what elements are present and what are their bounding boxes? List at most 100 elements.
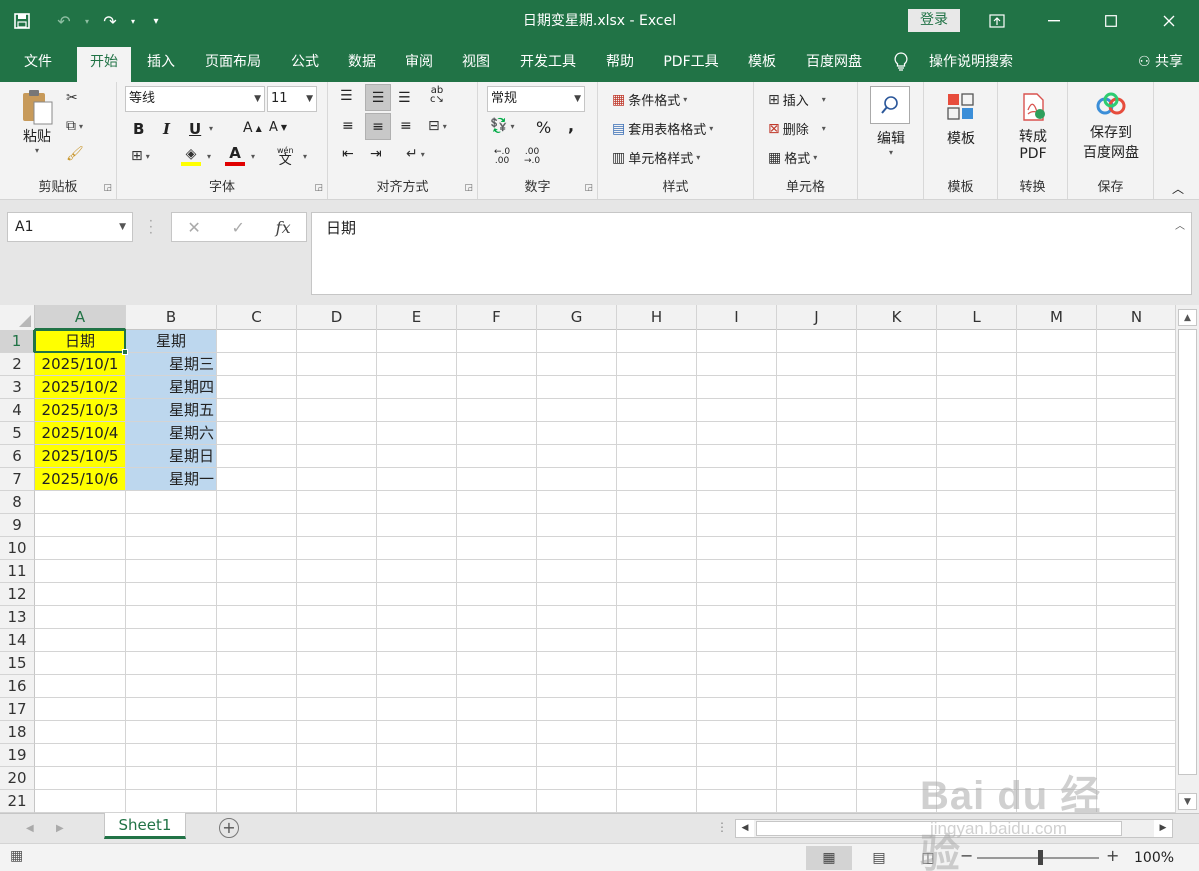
- insert-function-icon[interactable]: fx: [276, 218, 291, 237]
- cell-b10[interactable]: [126, 537, 217, 560]
- horizontal-scrollbar[interactable]: ◀ ▶: [735, 819, 1173, 838]
- cell-f8[interactable]: [457, 491, 537, 514]
- cell-e20[interactable]: [377, 767, 457, 790]
- sheet-tab-sheet1[interactable]: Sheet1: [104, 813, 186, 839]
- cell-l19[interactable]: [937, 744, 1017, 767]
- cell-g4[interactable]: [537, 399, 617, 422]
- cell-n1[interactable]: [1097, 330, 1175, 353]
- column-header-a[interactable]: A: [35, 305, 126, 330]
- cell-m18[interactable]: [1017, 721, 1097, 744]
- cell-g9[interactable]: [537, 514, 617, 537]
- tell-me-search[interactable]: 操作说明搜索: [893, 47, 1013, 77]
- row-header-8[interactable]: 8: [0, 491, 35, 514]
- page-break-view-icon[interactable]: ◫: [905, 846, 951, 870]
- cancel-entry-icon[interactable]: ✕: [187, 218, 200, 237]
- cell-c9[interactable]: [217, 514, 297, 537]
- cell-i20[interactable]: [697, 767, 777, 790]
- cell-b1[interactable]: 星期: [126, 330, 217, 353]
- wrap-dropdown-icon[interactable]: ▾: [421, 150, 425, 159]
- cell-k16[interactable]: [857, 675, 937, 698]
- cell-b12[interactable]: [126, 583, 217, 606]
- decrease-font-icon[interactable]: A ▼: [269, 120, 287, 135]
- cell-f11[interactable]: [457, 560, 537, 583]
- cell-i10[interactable]: [697, 537, 777, 560]
- cell-f19[interactable]: [457, 744, 537, 767]
- cell-l8[interactable]: [937, 491, 1017, 514]
- clipboard-launcher-icon[interactable]: ◲: [103, 183, 112, 193]
- cell-e15[interactable]: [377, 652, 457, 675]
- row-header-13[interactable]: 13: [0, 606, 35, 629]
- cell-a12[interactable]: [35, 583, 126, 606]
- cell-b17[interactable]: [126, 698, 217, 721]
- column-header-m[interactable]: M: [1017, 305, 1097, 330]
- cell-g6[interactable]: [537, 445, 617, 468]
- cell-i11[interactable]: [697, 560, 777, 583]
- cell-m1[interactable]: [1017, 330, 1097, 353]
- cell-g2[interactable]: [537, 353, 617, 376]
- paste-button[interactable]: 粘贴 ▾: [12, 88, 62, 155]
- copy-button[interactable]: ⧉ ▾: [66, 118, 83, 134]
- tab-baidu-netdisk[interactable]: 百度网盘: [796, 47, 872, 82]
- cell-h18[interactable]: [617, 721, 697, 744]
- cell-d4[interactable]: [297, 399, 377, 422]
- row-header-20[interactable]: 20: [0, 767, 35, 790]
- cell-f12[interactable]: [457, 583, 537, 606]
- cell-d17[interactable]: [297, 698, 377, 721]
- cell-k11[interactable]: [857, 560, 937, 583]
- row-header-21[interactable]: 21: [0, 790, 35, 813]
- cell-c2[interactable]: [217, 353, 297, 376]
- insert-cells-button[interactable]: ⊞ 插入 ▾: [768, 90, 826, 110]
- cell-m7[interactable]: [1017, 468, 1097, 491]
- cell-l13[interactable]: [937, 606, 1017, 629]
- cell-i21[interactable]: [697, 790, 777, 813]
- cell-j8[interactable]: [777, 491, 857, 514]
- cell-c12[interactable]: [217, 583, 297, 606]
- cut-button[interactable]: ✂: [66, 90, 78, 106]
- cell-h10[interactable]: [617, 537, 697, 560]
- cell-j14[interactable]: [777, 629, 857, 652]
- cell-m14[interactable]: [1017, 629, 1097, 652]
- cell-m10[interactable]: [1017, 537, 1097, 560]
- row-header-9[interactable]: 9: [0, 514, 35, 537]
- accounting-format-button[interactable]: 💱 ▾: [490, 118, 514, 134]
- zoom-level[interactable]: 100%: [1134, 844, 1174, 871]
- cell-a19[interactable]: [35, 744, 126, 767]
- cell-l2[interactable]: [937, 353, 1017, 376]
- cell-c15[interactable]: [217, 652, 297, 675]
- column-header-h[interactable]: H: [617, 305, 697, 330]
- cell-i4[interactable]: [697, 399, 777, 422]
- cell-n3[interactable]: [1097, 376, 1175, 399]
- cell-h4[interactable]: [617, 399, 697, 422]
- wrap-text-button[interactable]: ↵ ▾: [406, 146, 425, 162]
- cell-e8[interactable]: [377, 491, 457, 514]
- cell-h16[interactable]: [617, 675, 697, 698]
- cell-m5[interactable]: [1017, 422, 1097, 445]
- cell-a3[interactable]: 2025/10/2: [35, 376, 126, 399]
- cell-a16[interactable]: [35, 675, 126, 698]
- cell-b9[interactable]: [126, 514, 217, 537]
- row-header-6[interactable]: 6: [0, 445, 35, 468]
- cell-f13[interactable]: [457, 606, 537, 629]
- cell-d18[interactable]: [297, 721, 377, 744]
- cell-c17[interactable]: [217, 698, 297, 721]
- cell-styles-button[interactable]: ▥ 单元格样式 ▾: [612, 148, 700, 168]
- collapse-formula-icon[interactable]: ︿: [1175, 217, 1185, 232]
- cell-k20[interactable]: [857, 767, 937, 790]
- cell-k17[interactable]: [857, 698, 937, 721]
- cell-c8[interactable]: [217, 491, 297, 514]
- cell-i17[interactable]: [697, 698, 777, 721]
- cell-f18[interactable]: [457, 721, 537, 744]
- formula-input[interactable]: 日期 ︿: [311, 212, 1192, 295]
- cell-h7[interactable]: [617, 468, 697, 491]
- cell-d5[interactable]: [297, 422, 377, 445]
- cell-b7[interactable]: 星期一: [126, 468, 217, 491]
- cell-n11[interactable]: [1097, 560, 1175, 583]
- cell-g19[interactable]: [537, 744, 617, 767]
- cell-h14[interactable]: [617, 629, 697, 652]
- cell-j4[interactable]: [777, 399, 857, 422]
- cell-n12[interactable]: [1097, 583, 1175, 606]
- column-header-i[interactable]: I: [697, 305, 777, 330]
- cell-j16[interactable]: [777, 675, 857, 698]
- cell-m6[interactable]: [1017, 445, 1097, 468]
- cell-i13[interactable]: [697, 606, 777, 629]
